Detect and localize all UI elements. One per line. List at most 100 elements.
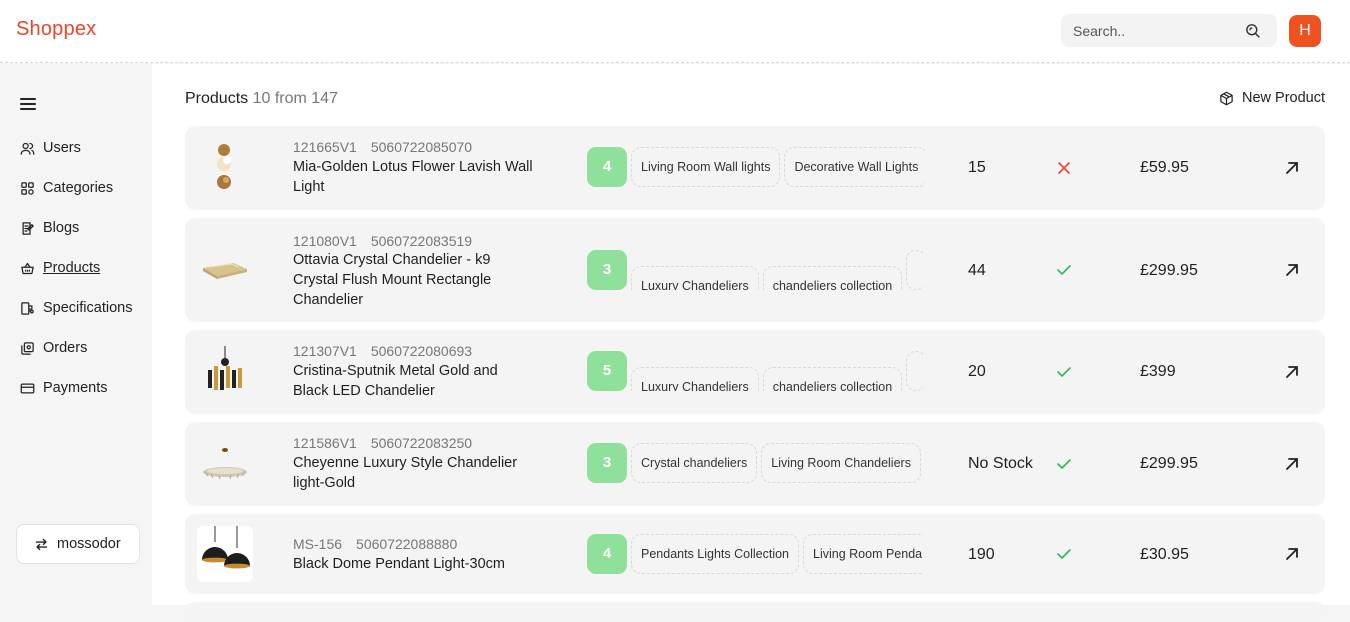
sidebar-item-users[interactable]: Users — [20, 138, 81, 158]
orders-icon — [21, 341, 34, 355]
search-box[interactable] — [1061, 14, 1277, 47]
category-count-badge: 4 — [587, 534, 627, 574]
product-row[interactable]: 121307V1 5060722080693 Cristina-Sputnik M… — [185, 330, 1325, 414]
stock-value: 15 — [968, 159, 986, 176]
stock-value: 44 — [968, 262, 986, 279]
category-tag[interactable]: Decorative Wall Lights — [784, 147, 925, 187]
sidebar-item-label: Users — [43, 140, 81, 156]
stock-value: 20 — [968, 363, 986, 380]
category-count-badge: 3 — [587, 443, 627, 483]
product-name[interactable]: Cheyenne Luxury Style Chandelier light-G… — [293, 453, 543, 493]
product-barcode: 5060722080693 — [370, 343, 473, 359]
category-tags: Crystal chandeliers Living Room Chandelie… — [631, 443, 923, 483]
category-tag[interactable] — [906, 250, 923, 290]
sidebar-item-label: Categories — [43, 180, 114, 196]
page-title: Products 10 from 147 — [185, 90, 338, 108]
search-input[interactable] — [1073, 22, 1233, 40]
users-icon — [20, 142, 35, 155]
sidebar-item-products[interactable]: Products — [20, 258, 100, 278]
product-row[interactable] — [185, 602, 1325, 622]
product-price: £59.95 — [1140, 159, 1189, 176]
product-barcode: 5060722083250 — [370, 435, 473, 451]
category-tag[interactable]: Luxury Chandeliers — [631, 266, 759, 290]
stock-value: No Stock — [968, 455, 1033, 472]
blogs-icon — [22, 221, 35, 235]
arrow-up-right-icon[interactable] — [1284, 262, 1300, 278]
box-icon — [1220, 91, 1233, 105]
page-title-text: Products — [185, 90, 249, 107]
category-tag[interactable]: Living Room Wall lights — [631, 147, 781, 187]
sidebar-item-label: Blogs — [43, 220, 80, 236]
product-name[interactable]: Mia-Golden Lotus Flower Lavish Wall Ligh… — [293, 157, 553, 197]
inactive-x-icon — [1058, 162, 1070, 174]
avatar[interactable]: H — [1289, 15, 1321, 47]
product-image — [197, 344, 253, 400]
arrow-up-right-icon[interactable] — [1284, 546, 1300, 562]
product-row[interactable]: 121080V1 5060722083519 Ottavia Crystal Ch… — [185, 218, 1325, 322]
specifications-icon — [21, 301, 34, 315]
category-count-badge: 5 — [587, 351, 627, 391]
product-image — [197, 526, 253, 582]
category-tag[interactable]: Pendants Lights Collection — [631, 534, 800, 574]
product-codes: 121080V1 5060722083519 — [293, 233, 472, 249]
product-sku: 121307V1 — [293, 343, 357, 359]
product-row[interactable]: MS-156 5060722088880 Black Dome Pendant L… — [185, 514, 1325, 594]
user-switch-button[interactable]: mossodor — [16, 524, 140, 564]
sidebar-item-specifications[interactable]: Specifications — [20, 298, 132, 318]
category-tag[interactable] — [906, 351, 923, 391]
product-barcode: 5060722083519 — [370, 233, 473, 249]
payments-icon — [20, 383, 35, 393]
category-tags: Living Room Wall lights Decorative Wall L… — [631, 147, 925, 187]
stock-value: 190 — [968, 546, 995, 563]
product-sku: 121665V1 — [293, 139, 357, 155]
category-count-badge: 4 — [587, 147, 627, 187]
product-codes: 121586V1 5060722083250 — [293, 435, 472, 451]
product-codes: 121307V1 5060722080693 — [293, 343, 472, 359]
arrow-up-right-icon[interactable] — [1284, 456, 1300, 472]
category-tag[interactable]: Crystal chandeliers — [631, 443, 758, 483]
categories-icon — [21, 181, 34, 195]
top-bar: Shoppex H — [0, 0, 1350, 63]
sidebar-item-orders[interactable]: Orders — [20, 338, 87, 358]
product-sku: 121586V1 — [293, 435, 357, 451]
sidebar-item-label: Products — [43, 260, 101, 276]
brand-logo[interactable]: Shoppex — [16, 18, 96, 41]
check-icon — [1057, 367, 1071, 377]
product-name[interactable]: Ottavia Crystal Chandelier - k9 Crystal … — [293, 250, 523, 310]
sidebar-item-label: Specifications — [43, 300, 133, 316]
category-tag[interactable]: chandeliers collection — [762, 367, 903, 391]
product-row[interactable]: 121665V1 5060722085070 Mia-Golden Lotus F… — [185, 126, 1325, 210]
sidebar-item-blogs[interactable]: Blogs — [20, 218, 79, 238]
new-product-label: New Product — [1241, 90, 1325, 106]
product-price: £299.95 — [1140, 262, 1198, 279]
product-row[interactable]: 121586V1 5060722083250 Cheyenne Luxury St… — [185, 422, 1325, 506]
check-icon — [1057, 459, 1071, 469]
sidebar: Users Categories Blogs Products Specific… — [0, 64, 152, 605]
basket-icon — [21, 262, 34, 274]
product-image — [197, 436, 253, 492]
category-tags: Pendants Lights Collection Living Room Pe… — [631, 534, 923, 574]
product-name[interactable]: Cristina-Sputnik Metal Gold and Black LE… — [293, 361, 533, 401]
category-tag[interactable]: Luxury Chandeliers — [631, 367, 759, 391]
new-product-button[interactable]: New Product — [1219, 90, 1325, 106]
sidebar-item-label: Orders — [43, 340, 88, 356]
sidebar-item-categories[interactable]: Categories — [20, 178, 113, 198]
arrow-up-right-icon[interactable] — [1284, 160, 1300, 176]
category-tag[interactable]: chandeliers collection — [762, 266, 903, 290]
product-sku: 121080V1 — [293, 233, 357, 249]
menu-icon[interactable] — [20, 98, 36, 112]
product-barcode: 5060722085070 — [370, 139, 473, 155]
product-price: £399 — [1140, 363, 1176, 380]
sidebar-item-payments[interactable]: Payments — [20, 378, 107, 398]
sidebar-item-label: Payments — [43, 380, 108, 396]
category-tags: Luxury Chandeliers chandeliers collection — [631, 250, 923, 290]
switch-icon — [35, 538, 48, 550]
search-icon[interactable] — [1244, 22, 1261, 39]
arrow-up-right-icon[interactable] — [1284, 364, 1300, 380]
product-name[interactable]: Black Dome Pendant Light-30cm — [293, 554, 563, 574]
category-tags: Luxury Chandeliers chandeliers collection — [631, 351, 923, 391]
category-tag[interactable]: Living Room Pendants — [803, 534, 923, 574]
category-tag[interactable]: Living Room Chandeliers — [761, 443, 921, 483]
main-content: Products 10 from 147 New Product 121665V… — [152, 64, 1350, 622]
product-sku: MS-156 — [293, 536, 343, 552]
